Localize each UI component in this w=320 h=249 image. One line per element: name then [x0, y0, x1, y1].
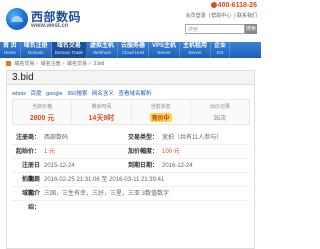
stat-label: 出价记录 — [209, 104, 230, 110]
status-badge: 竞价中 — [149, 113, 172, 122]
info-value: 1 元 — [44, 149, 56, 155]
info-key: 交易类型： — [127, 135, 158, 141]
breadcrumb-separator: > — [35, 61, 39, 67]
search-input[interactable]: 搜索 — [185, 24, 245, 34]
stat-value: 14天9时 — [88, 115, 115, 122]
breadcrumb: 域名交易> 域名注册> 域名交易> 3.bid — [6, 60, 255, 69]
breadcrumb-item[interactable]: 域名交易 — [14, 61, 34, 67]
info-key: 加价幅度： — [127, 149, 158, 155]
meaning-link[interactable]: 网名含义 — [92, 91, 114, 97]
nav-domain-sub: Domain — [27, 50, 44, 55]
top-links: 会员登录 | 帮助中心 | 联系我们 — [183, 12, 257, 19]
nav-home[interactable]: 首 页 Home — [0, 42, 21, 58]
hotline: 400-6118-26 — [210, 2, 257, 9]
resolve-link[interactable]: 查看域名解析 — [118, 91, 151, 97]
auction-stats: 当前价格 2800 元 剩余时间 14天9时 当前状态 竞价中 出价记录 35次 — [12, 99, 250, 125]
whois-link[interactable]: whois — [12, 91, 26, 97]
nav-domain-trade[interactable]: 域名交易 Domain Trade — [51, 42, 87, 58]
info-value: 2016-12-24 — [162, 163, 193, 169]
stat-label: 当前价格 — [32, 104, 53, 110]
search-button[interactable]: 搜索 — [245, 24, 257, 34]
domain-name: 3.bid — [12, 72, 34, 83]
google-link[interactable]: google — [46, 91, 63, 97]
breadcrumb-separator: > — [88, 61, 91, 67]
domain-detail-panel: 3.bid whois 百度 google 360搜索 网名含义 查看域名解析 … — [6, 70, 255, 249]
nav-webhost-label: 虚拟主机 — [89, 43, 114, 49]
stat-value[interactable]: 35次 — [191, 113, 249, 122]
info-row: 注册日期： 2015-12-24 到期日期： 2016-12-24 — [12, 159, 250, 183]
nav-trade-label: 域名交易 — [56, 43, 81, 49]
breadcrumb-separator: > — [61, 61, 65, 67]
nav-server-sub: Server — [188, 50, 202, 55]
stat-bid-count: 出价记录 35次 — [191, 100, 249, 124]
stat-status: 当前状态 竞价中 — [132, 100, 191, 124]
logo-globe-icon — [6, 8, 28, 30]
nav-domain[interactable]: 域名注册 Domain — [21, 42, 52, 58]
nav-enterprise[interactable]: 企业 Ent — [211, 42, 231, 58]
main-nav: 首 页 Home 域名注册 Domain 域名交易 Domain Trade 虚拟主机… — [0, 42, 261, 58]
info-value: 100 元 — [162, 149, 180, 155]
nav-vps-sub: Server — [157, 50, 171, 55]
home-icon — [6, 61, 11, 66]
domain-info-table: 注册商： 西部数码 交易类型： 竞拍（共有11人参与） 起始价： 1 元 加价幅… — [12, 131, 250, 211]
info-value: 2015-12-24 — [44, 163, 75, 169]
stat-label: 当前状态 — [150, 104, 171, 110]
domain-header: 3.bid — [7, 71, 254, 85]
nav-server-label: 主机租用 — [183, 43, 208, 49]
stat-current-price: 当前价格 2800 元 — [13, 100, 73, 124]
info-key: 注册商： — [15, 135, 40, 141]
info-row: 拍卖周期： 2016-02-25 21:31:06 至 2016-03-11 2… — [12, 173, 250, 197]
nav-home-sub: Home — [3, 50, 16, 55]
nav-domain-label: 域名注册 — [23, 43, 48, 49]
nav-webhost-sub: Webhost — [93, 50, 111, 55]
nav-home-label: 首 页 — [3, 43, 17, 49]
info-row: 注册商： 西部数码 交易类型： 竞拍（共有11人参与） — [12, 131, 250, 145]
nav-vps[interactable]: VPS主机 Server — [149, 42, 180, 58]
top-header: 西部数码 www.west.cn 400-6118-26 会员登录 | 帮助中心 |… — [0, 0, 261, 42]
info-key: 域名介绍： — [21, 191, 40, 211]
login-link[interactable]: 会员登录 — [186, 13, 206, 19]
stat-value: 2800 元 — [29, 115, 55, 122]
hotline-number: 400-6118-26 — [217, 2, 257, 9]
site-logo[interactable]: 西部数码 www.west.cn — [6, 8, 96, 32]
breadcrumb-item[interactable]: 域名注册 — [41, 61, 61, 67]
info-value: 2016-02-25 21:31:06 至 2016-03-11 21:39:4… — [44, 177, 165, 183]
stat-remaining-time: 剩余时间 14天9时 — [72, 100, 132, 124]
logo-url: www.west.cn — [31, 23, 69, 29]
info-row: 域名介绍： 三国，三生有幸，三好，三星，三亚 3数值数字 — [12, 187, 250, 211]
nav-server[interactable]: 主机租用 Server — [180, 42, 212, 58]
360-link[interactable]: 360搜索 — [67, 91, 87, 97]
contact-link[interactable]: | 联系我们 — [234, 13, 257, 19]
breadcrumb-item[interactable]: 域名交易 — [67, 61, 87, 67]
nav-ent-sub: Ent — [216, 50, 224, 55]
nav-cloud-label: 云服务器 — [120, 43, 145, 49]
nav-ent-label: 企业 — [214, 43, 227, 49]
nav-cloud[interactable]: 云服务器 Cloud Host — [118, 42, 149, 58]
info-row: 起始价： 1 元 加价幅度： 100 元 — [12, 145, 250, 159]
baidu-link[interactable]: 百度 — [31, 91, 42, 97]
nav-trade-sub: Domain Trade — [54, 50, 83, 55]
info-key: 到期日期： — [127, 163, 158, 169]
info-key: 起始价： — [15, 149, 40, 155]
phone-icon — [210, 2, 217, 8]
breadcrumb-current: 3.bid — [93, 61, 105, 67]
domain-links: whois 百度 google 360搜索 网名含义 查看域名解析 — [12, 89, 154, 97]
nav-cloud-sub: Cloud Host — [121, 50, 145, 55]
info-value: 竞拍（共有11人参与） — [162, 135, 223, 141]
nav-vps-label: VPS主机 — [151, 43, 176, 49]
nav-webhost[interactable]: 虚拟主机 Webhost — [87, 42, 118, 58]
info-value: 三国，三生有幸，三好，三星，三亚 3数值数字 — [44, 191, 170, 197]
help-link[interactable]: | 帮助中心 — [209, 13, 232, 19]
info-value: 西部数码 — [44, 135, 69, 141]
stat-label: 剩余时间 — [91, 104, 112, 110]
